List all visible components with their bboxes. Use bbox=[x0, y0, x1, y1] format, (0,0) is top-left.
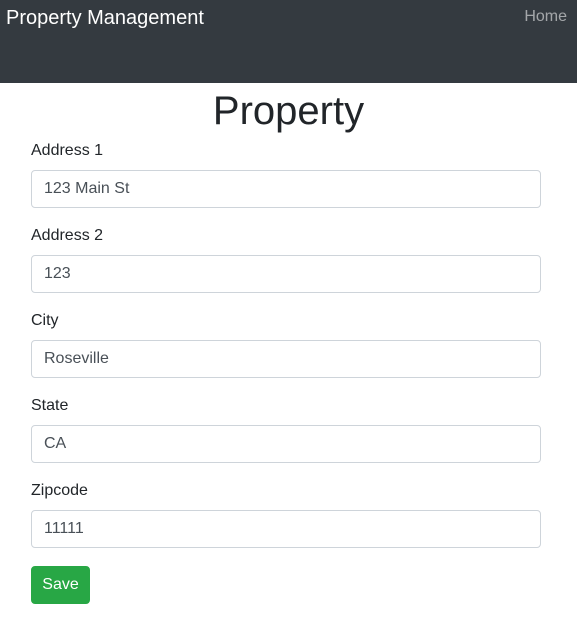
property-form: Address 1 Address 2 City State Zipcode S… bbox=[31, 141, 541, 604]
zipcode-group: Zipcode bbox=[31, 481, 541, 548]
city-group: City bbox=[31, 311, 541, 378]
page-title: Property bbox=[212, 89, 365, 133]
navbar-brand[interactable]: Property Management bbox=[6, 6, 204, 30]
state-label: State bbox=[31, 397, 69, 414]
navbar: Property Management Home bbox=[0, 0, 577, 83]
nav-link-home[interactable]: Home bbox=[524, 7, 567, 27]
zipcode-label: Zipcode bbox=[31, 482, 88, 499]
city-input[interactable] bbox=[31, 340, 541, 378]
zipcode-input[interactable] bbox=[31, 510, 541, 548]
save-button[interactable]: Save bbox=[31, 566, 90, 604]
city-label: City bbox=[31, 312, 59, 329]
state-group: State bbox=[31, 396, 541, 463]
address1-group: Address 1 bbox=[31, 141, 541, 208]
address2-label: Address 2 bbox=[31, 227, 104, 244]
address2-group: Address 2 bbox=[31, 226, 541, 293]
address1-label: Address 1 bbox=[31, 142, 104, 159]
state-input[interactable] bbox=[31, 425, 541, 463]
address2-input[interactable] bbox=[31, 255, 541, 293]
address1-input[interactable] bbox=[31, 170, 541, 208]
